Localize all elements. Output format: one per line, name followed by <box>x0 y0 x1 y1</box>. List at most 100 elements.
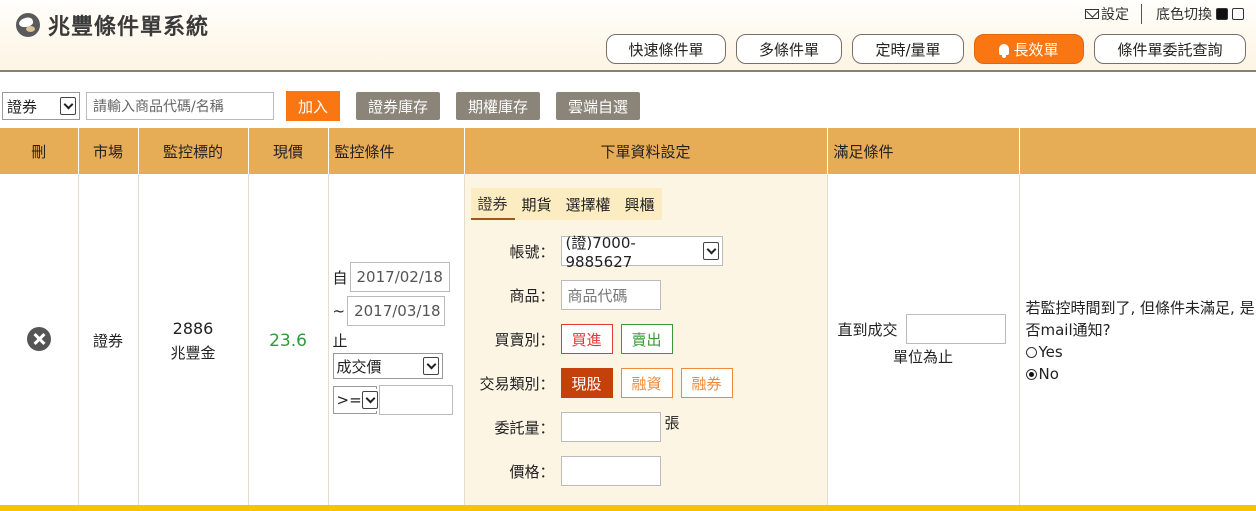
notify-cell: 若監控時間到了, 但條件未滿足, 是否mail通知? Yes No <box>1019 174 1256 507</box>
tab-securities[interactable]: 證券 <box>470 188 515 220</box>
tab-emerging[interactable]: 興櫃 <box>617 188 662 220</box>
to-prefix: ~ <box>332 302 346 320</box>
divider <box>1141 4 1142 24</box>
account-row: 帳號： (證)7000-9885627 <box>465 234 723 271</box>
until-filled-input[interactable] <box>905 314 1006 344</box>
sell-button[interactable]: 賣出 <box>620 324 673 354</box>
operator-value: >= <box>336 391 362 409</box>
from-date-input[interactable]: 2017/02/18 <box>349 262 450 292</box>
margin-button[interactable]: 融資 <box>620 368 673 398</box>
product-row: 商品： 商品代碼 <box>465 280 661 310</box>
qty-input[interactable] <box>560 412 661 442</box>
chevron-down-icon <box>702 242 719 260</box>
settings-link[interactable]: 設定 <box>1101 4 1129 24</box>
col-condition: 滿足條件 <box>827 128 1020 174</box>
price-input[interactable] <box>560 456 661 486</box>
stock-name: 兆豐金 <box>170 343 216 362</box>
radio-yes[interactable] <box>1025 346 1037 358</box>
tab-futures[interactable]: 期貨 <box>514 188 559 220</box>
order-table: 刪 市場 監控標的 現價 監控條件 下單資料設定 滿足條件 證券 2886 兆豐… <box>0 128 1256 507</box>
delete-cell <box>0 174 79 507</box>
bottom-bar <box>0 505 1256 511</box>
chevron-down-icon <box>361 391 378 409</box>
nav-long-term-label: 長效單 <box>1013 40 1059 59</box>
operator-row: >= <box>332 385 464 415</box>
account-value: (證)7000-9885627 <box>565 233 636 271</box>
current-price: 23.6 <box>269 330 307 351</box>
table-row: 證券 2886 兆豐金 23.6 自 2017/02/18 ~ 2017/03/… <box>0 174 1256 507</box>
top-links: 設定 底色切換 <box>1085 4 1244 24</box>
app-logo: 兆豐條件單系統 <box>16 9 209 41</box>
asset-tabs: 證券 期貨 選擇權 興櫃 <box>470 188 827 220</box>
to-row: ~ 2017/03/18 <box>333 296 464 326</box>
stock-inventory-button[interactable]: 證券庫存 <box>356 92 441 120</box>
price-label: 價格： <box>509 462 555 481</box>
from-label: 自 <box>332 268 348 287</box>
cash-button[interactable]: 現股 <box>560 368 613 398</box>
app-title: 兆豐條件單系統 <box>48 15 210 40</box>
from-row: 自 2017/02/18 <box>333 262 464 292</box>
side-label: 買賣別： <box>494 330 555 349</box>
target-cell: 2886 兆豐金 <box>138 174 249 507</box>
account-select[interactable]: (證)7000-9885627 <box>560 234 723 271</box>
nav-timed-order[interactable]: 定時/量單 <box>852 34 964 64</box>
price-type-arrow <box>422 355 442 377</box>
nav-long-term-order[interactable]: 長效單 <box>974 34 1084 64</box>
notify-yes-option[interactable]: Yes <box>1025 341 1256 363</box>
yes-label: Yes <box>1038 342 1063 361</box>
condition-value-input[interactable] <box>378 385 453 415</box>
qty-row: 委託量： 張 <box>465 412 680 442</box>
product-label: 商品： <box>509 286 555 305</box>
notify-no-option[interactable]: No <box>1025 363 1256 385</box>
unit-text: 單位為止 <box>892 348 953 366</box>
col-market: 市場 <box>78 128 139 174</box>
monitor-cell: 自 2017/02/18 ~ 2017/03/18 止 成交價 >= <box>328 174 465 507</box>
bell-icon <box>999 43 1010 58</box>
col-notify <box>1019 128 1256 174</box>
short-button[interactable]: 融券 <box>680 368 733 398</box>
account-label: 帳號： <box>509 242 555 261</box>
chevron-down-icon <box>422 357 439 375</box>
market-cell: 證券 <box>78 174 139 507</box>
to-date-input[interactable]: 2017/03/18 <box>347 296 446 326</box>
radio-no[interactable] <box>1025 368 1037 380</box>
product-input[interactable]: 商品代碼 <box>560 280 661 310</box>
nav-order-query[interactable]: 條件單委託查詢 <box>1094 34 1246 64</box>
main-nav: 快速條件單 多條件單 定時/量單 長效單 條件單委託查詢 <box>606 34 1246 64</box>
buy-button[interactable]: 買進 <box>560 324 613 354</box>
table-header-row: 刪 市場 監控標的 現價 監控條件 下單資料設定 滿足條件 <box>0 128 1256 174</box>
search-input[interactable]: 請輸入商品代碼/名稱 <box>86 92 274 120</box>
price-type-select[interactable]: 成交價 <box>332 353 443 379</box>
qty-label: 委託量： <box>494 418 555 437</box>
col-order-settings: 下單資料設定 <box>464 128 828 174</box>
tab-options[interactable]: 選擇權 <box>558 188 618 220</box>
theme-light-swatch[interactable] <box>1232 8 1244 20</box>
theme-switch-label: 底色切換 <box>1156 7 1212 23</box>
bank-logo-icon <box>16 13 40 37</box>
add-button[interactable]: 加入 <box>286 91 341 121</box>
col-delete: 刪 <box>0 128 79 174</box>
chevron-down-icon <box>60 97 76 115</box>
market-select[interactable]: 證券 <box>2 92 80 120</box>
mail-icon <box>1085 9 1099 19</box>
delete-icon[interactable] <box>26 326 51 351</box>
notify-question: 若監控時間到了, 但條件未滿足, 是否mail通知? <box>1025 298 1255 339</box>
nav-multi-order[interactable]: 多條件單 <box>736 34 842 64</box>
stock-code: 2886 <box>172 318 214 338</box>
theme-dark-swatch[interactable] <box>1216 8 1228 20</box>
option-inventory-button[interactable]: 期權庫存 <box>456 92 541 120</box>
until-filled-row: 直到成交 <box>828 314 1019 344</box>
col-price: 現價 <box>248 128 329 174</box>
qty-unit: 張 <box>664 413 680 432</box>
condition-cell: 直到成交 單位為止 <box>827 174 1020 507</box>
search-toolbar: 證券 請輸入商品代碼/名稱 加入 證券庫存 期權庫存 雲端自選 <box>0 90 641 122</box>
price-type-value: 成交價 <box>336 357 382 376</box>
no-label: No <box>1038 364 1059 383</box>
nav-quick-order[interactable]: 快速條件單 <box>606 34 726 64</box>
order-settings-cell: 證券 期貨 選擇權 興櫃 帳號： (證)7000-9885627 商品： 商品代… <box>464 174 828 507</box>
app-header: 兆豐條件單系統 設定 底色切換 快速條件單 多條件單 定時/量單 長效單 條件單… <box>0 0 1256 72</box>
cloud-watchlist-button[interactable]: 雲端自選 <box>556 92 641 120</box>
side-row: 買賣別： 買進 賣出 <box>465 324 681 354</box>
operator-select[interactable]: >= <box>332 386 381 414</box>
trade-type-label: 交易類別： <box>479 374 555 393</box>
